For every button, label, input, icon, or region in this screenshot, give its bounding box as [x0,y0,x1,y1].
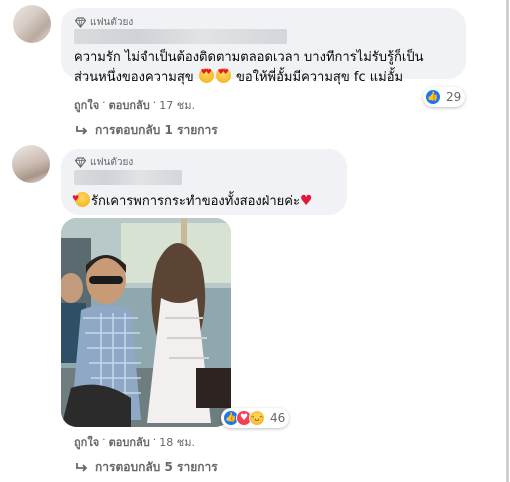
like-reaction-icon: 👍 [425,89,441,105]
view-replies-link-2[interactable]: การตอบกลับ 5 รายการ [75,458,218,477]
fan-badge-label: แฟนตัวยง [90,17,134,28]
comment-text-1-part-a: ส่วนหนึ่งของความสุข [74,70,194,85]
haha-reaction-icon: ᵔᴗᵔ [249,410,265,426]
view-replies-label-1: การตอบกลับ 1 รายการ [95,123,218,137]
commenter-avatar-1[interactable] [13,5,51,43]
view-replies-link-1[interactable]: การตอบกลับ 1 รายการ [75,121,218,140]
red-heart-icon: ♥ [299,193,313,209]
comment-actions-1: ถูกใจ · ตอบกลับ · 17 ชม. [74,96,195,114]
reply-arrow-icon [76,462,88,472]
reply-button[interactable]: ตอบกลับ [109,96,150,114]
fan-badge-2[interactable]: แฟนตัวยง [75,155,133,170]
comment-timestamp[interactable]: 18 ชม. [159,433,195,451]
comment-text-2-body: รักเคารพการกระทำของทั้งสองฝ่ายค่ะ [91,194,300,209]
reply-arrow-icon [76,125,88,135]
photo-illustration [61,218,231,427]
kiss-emoji-icon [72,189,90,208]
like-button[interactable]: ถูกใจ [74,96,99,114]
commenter-name-1-blurred[interactable] [74,29,287,44]
comment-text-1-line1: ความรัก ไม่จำเป็นต้องติดตามตลอดเวลา บางท… [74,50,424,65]
reaction-summary-1[interactable]: 👍 29 [423,87,466,107]
commenter-name-2-blurred[interactable] [74,170,182,185]
reply-button[interactable]: ตอบกลับ [109,433,150,451]
fan-badge-1[interactable]: แฟนตัวยง [75,15,133,30]
heart-eyes-emoji-icon [215,68,231,83]
comment-actions-2: ถูกใจ · ตอบกลับ · 18 ชม. [74,433,195,451]
reaction-count-1: 29 [446,90,462,104]
reaction-count-2: 46 [270,411,286,425]
comment-timestamp[interactable]: 17 ชม. [159,96,195,114]
heart-eyes-emoji-icon [198,68,214,83]
fan-badge-label: แฟนตัวยง [90,157,134,168]
comment-text-1-line2: ส่วนหนึ่งของความสุข ขอให้พี่อั้มมีความสุ… [74,68,403,87]
like-button[interactable]: ถูกใจ [74,433,99,451]
fan-badge-icon [75,17,86,28]
comment-text-2: รักเคารพการกระทำของทั้งสองฝ่ายค่ะ♥ [72,189,313,211]
comment-text-1-part-b: ขอให้พี่อั้มมีความสุข fc แม่อั้ม [235,70,404,85]
commenter-avatar-2[interactable] [12,145,50,183]
comment-photo[interactable] [61,218,231,427]
fan-badge-icon [75,157,86,168]
view-replies-label-2: การตอบกลับ 5 รายการ [95,460,218,474]
reaction-summary-2[interactable]: 👍 ♥ ᵔᴗᵔ 46 [221,408,290,428]
